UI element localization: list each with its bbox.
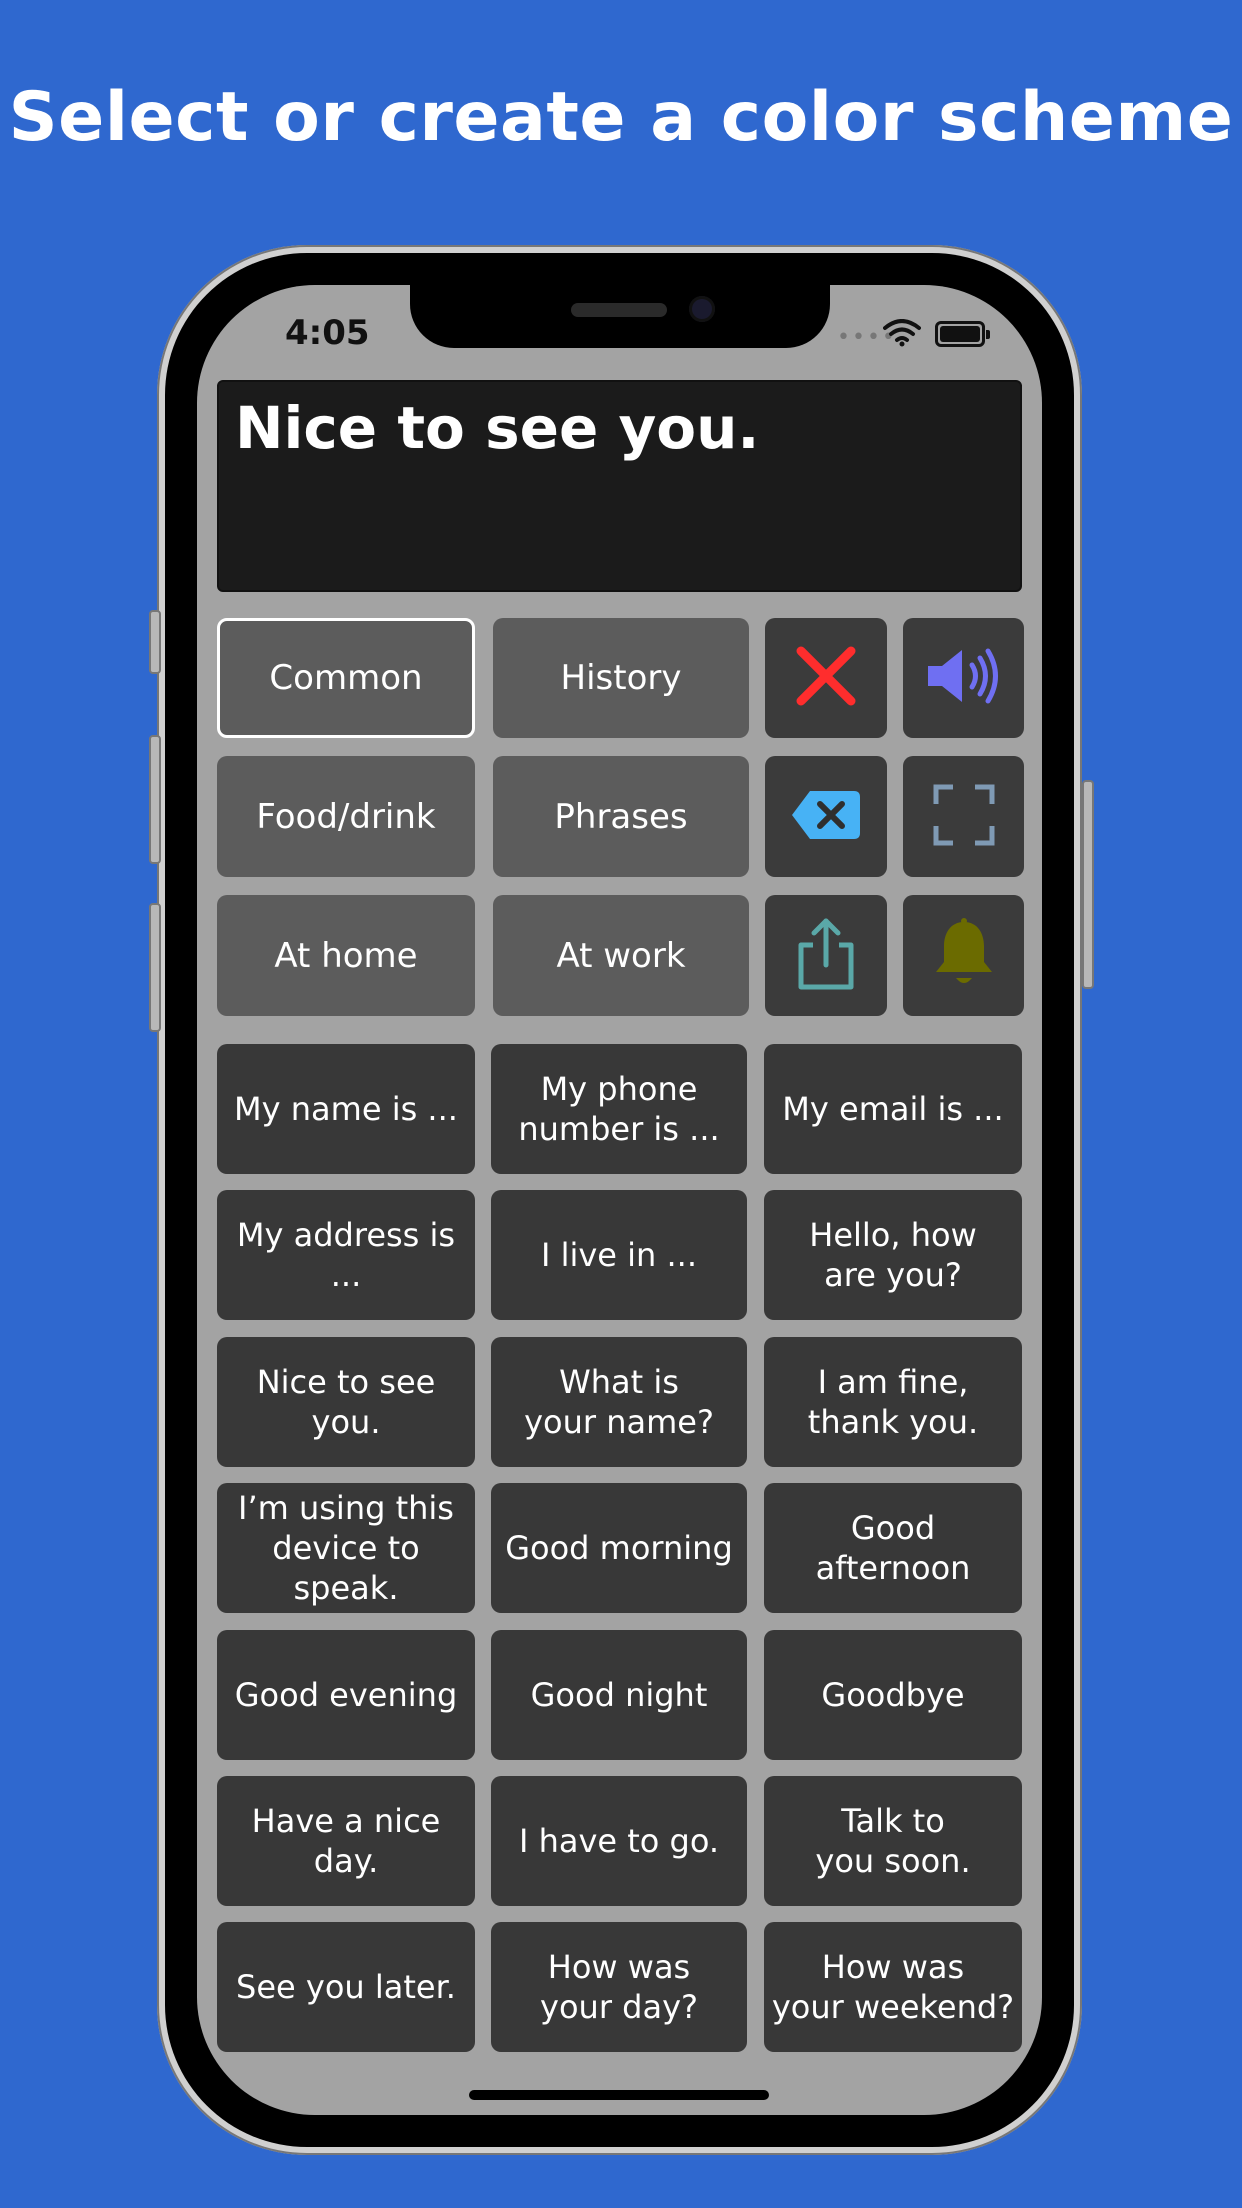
bell-icon — [932, 917, 996, 994]
category-common[interactable]: Common — [217, 618, 475, 738]
notch — [410, 285, 830, 348]
phrase-button[interactable]: Hello, how are you? — [764, 1190, 1022, 1321]
fullscreen-icon — [933, 784, 995, 850]
phrase-button[interactable]: See you later. — [217, 1922, 475, 2053]
front-camera — [689, 296, 715, 322]
wifi-icon — [883, 319, 921, 351]
phrase-button[interactable]: I live in ... — [491, 1190, 747, 1321]
category-food-drink[interactable]: Food/drink — [217, 756, 475, 877]
phrase-button[interactable]: How was your weekend? — [764, 1922, 1022, 2053]
volume-up-button — [149, 735, 161, 864]
category-phrases[interactable]: Phrases — [493, 756, 749, 877]
speak-button[interactable] — [903, 618, 1024, 738]
category-at-work[interactable]: At work — [493, 895, 749, 1016]
phrase-button[interactable]: My email is ... — [764, 1044, 1022, 1174]
battery-icon — [935, 321, 990, 347]
phrase-button[interactable]: I have to go. — [491, 1776, 747, 1906]
category-at-home[interactable]: At home — [217, 895, 475, 1016]
phrase-button[interactable]: Good night — [491, 1629, 747, 1760]
headline: Select or create a color scheme — [8, 78, 1234, 157]
phrase-button[interactable]: I am fine, thank you. — [764, 1336, 1022, 1467]
earpiece — [571, 303, 667, 317]
clear-button[interactable] — [765, 618, 887, 738]
phrase-button[interactable]: Have a nice day. — [217, 1776, 475, 1906]
phrase-button[interactable]: I’m using this device to speak. — [217, 1483, 475, 1614]
phrase-button[interactable]: Good afternoon — [764, 1483, 1022, 1614]
phrase-button[interactable]: Goodbye — [764, 1629, 1022, 1760]
phrase-button[interactable]: My phone number is ... — [491, 1044, 747, 1174]
home-indicator[interactable] — [469, 2090, 769, 2100]
phrase-button[interactable]: Talk to you soon. — [764, 1776, 1022, 1906]
power-button — [1082, 780, 1094, 989]
fullscreen-button[interactable] — [903, 756, 1024, 877]
bell-button[interactable] — [903, 895, 1024, 1016]
close-icon — [795, 645, 857, 711]
category-history[interactable]: History — [493, 618, 749, 738]
share-icon — [795, 917, 857, 995]
backspace-button[interactable] — [765, 756, 887, 877]
phrase-button[interactable]: My address is ... — [217, 1190, 475, 1321]
volume-down-button — [149, 903, 161, 1032]
status-time: 4:05 — [285, 313, 370, 353]
phrase-button[interactable]: Good morning — [491, 1483, 747, 1614]
silent-switch — [149, 610, 161, 674]
phrase-button[interactable]: How was your day? — [491, 1922, 747, 2053]
phrase-button[interactable]: My name is ... — [217, 1044, 475, 1174]
backspace-icon — [790, 789, 862, 845]
phone-screen: 4:05 •••• Nice to see you. Common Histor… — [197, 285, 1042, 2115]
message-display[interactable]: Nice to see you. — [217, 380, 1022, 592]
share-button[interactable] — [765, 895, 887, 1016]
phrase-button[interactable]: Good evening — [217, 1629, 475, 1760]
speaker-icon — [924, 645, 1004, 711]
phrase-button[interactable]: Nice to see you. — [217, 1336, 475, 1467]
phrase-button[interactable]: What is your name? — [491, 1336, 747, 1467]
